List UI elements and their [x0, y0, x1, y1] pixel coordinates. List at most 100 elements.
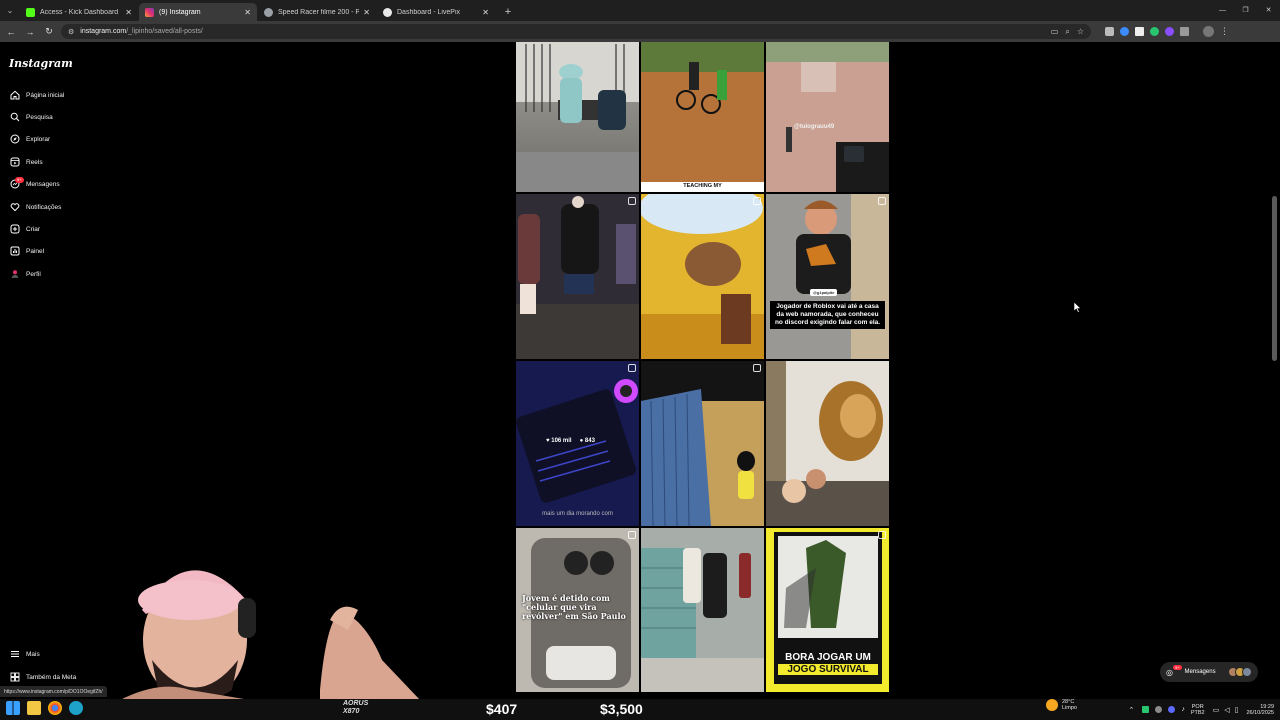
sidebar-item-messages[interactable]: 9+ Mensagens [9, 176, 60, 192]
reel-indicator-icon [878, 197, 886, 205]
weather-widget[interactable]: 28°C Limpo [1046, 699, 1077, 711]
sidebar-item-search[interactable]: Pesquisa [9, 109, 53, 125]
sidebar-item-home[interactable]: Página inicial [9, 87, 64, 103]
post-tile[interactable] [516, 194, 639, 359]
volume-icon[interactable]: ◁ [1224, 706, 1229, 714]
post-tile[interactable]: ♥ 106 mil ● 843 mais um dia morando com [516, 361, 639, 526]
post-tile[interactable] [516, 42, 639, 192]
post-tile[interactable] [641, 528, 764, 692]
puzzle-extension-icon[interactable] [1180, 27, 1189, 36]
clock-date: 26/10/2025 [1246, 709, 1274, 716]
post-tile[interactable]: Jovem é detido com "celular que vira rev… [516, 528, 639, 692]
sidebar-item-more[interactable]: Mais [9, 646, 40, 662]
post-thumbnail [516, 42, 639, 192]
sidebar-item-label: Explorar [26, 135, 51, 143]
sidebar-item-reels[interactable]: Reels [9, 154, 43, 170]
link-status-bar: https://www.instagram.com/p/DO1OOegifZh/ [0, 686, 107, 697]
bookmark-star-icon[interactable]: ☆ [1077, 27, 1084, 37]
close-tab-icon[interactable]: ✕ [244, 8, 251, 17]
input-language[interactable]: POR PTB2 [1191, 704, 1205, 716]
network-icon[interactable]: ▭ [1213, 706, 1220, 714]
purple-extension-icon[interactable] [1165, 27, 1174, 36]
close-tab-icon[interactable]: ✕ [482, 8, 489, 17]
close-window-icon[interactable]: ✕ [1257, 0, 1280, 20]
play-extension-icon[interactable] [1135, 27, 1144, 36]
browser-tab[interactable]: Dashboard - LivePix ✕ [377, 3, 495, 21]
livepix-favicon-icon [383, 7, 392, 17]
post-stats: ♥ 106 mil ● 843 [546, 438, 595, 444]
heart-icon [9, 202, 20, 213]
tray-overflow-icon[interactable]: ⌃ [1128, 706, 1134, 714]
browser-toolbar: ← → ↻ ⚙ instagram.com /_lipinho/saved/al… [0, 21, 1280, 42]
sidebar-item-notifications[interactable]: Notificações [9, 199, 61, 215]
messenger-icon: 9+ [9, 176, 24, 190]
meta-icon [9, 672, 20, 683]
translate-extension-icon[interactable] [1120, 27, 1129, 36]
tab-search-icon[interactable]: ⌄ [0, 0, 20, 21]
sidebar-item-profile[interactable]: Perfil [9, 266, 41, 282]
post-thumbnail [516, 194, 639, 359]
messages-pill[interactable]: ◎ 9+ Mensagens [1160, 662, 1258, 682]
address-bar[interactable]: ⚙ instagram.com /_lipinho/saved/all-post… [61, 24, 1091, 39]
sidebar-item-explore[interactable]: Explorar [9, 131, 50, 147]
new-tab-button[interactable]: + [500, 4, 516, 20]
post-thumbnail [766, 42, 889, 192]
sidebar-item-also-from-meta[interactable]: Também da Meta [9, 669, 76, 685]
profile-avatar-icon[interactable] [1203, 26, 1214, 37]
plus-square-icon [9, 224, 20, 235]
messages-badge: 9+ [15, 176, 24, 183]
site-info-icon[interactable]: ⚙ [68, 28, 74, 36]
clock[interactable]: 19:29 26/10/2025 [1246, 704, 1274, 716]
tray-app-icon[interactable] [1168, 706, 1176, 713]
post-thumbnail [766, 194, 889, 359]
post-handle: @tuiograuu49 [794, 124, 835, 130]
tray-app-icon[interactable] [1142, 706, 1150, 713]
reel-indicator-icon [753, 197, 761, 205]
post-tile[interactable]: @tuiograuu49 [766, 42, 889, 192]
browser-tab[interactable]: Speed Racer filme 200 - Pesquisa ✕ [258, 3, 376, 21]
close-tab-icon[interactable]: ✕ [125, 8, 132, 17]
sidebar-item-label: Perfil [26, 270, 41, 278]
chrome-icon[interactable] [48, 701, 62, 715]
post-caption: mais um dia morando com [542, 511, 613, 517]
sidebar-item-create[interactable]: Criar [9, 221, 40, 237]
instagram-logo[interactable]: Instagram [9, 57, 73, 70]
browser-menu-icon[interactable]: ⋮ [1220, 27, 1229, 36]
windows-start-icon[interactable] [6, 701, 20, 715]
minimize-icon[interactable]: — [1211, 0, 1234, 20]
post-tile[interactable]: BORA JOGAR UM JOGO SURVIVAL [766, 528, 889, 692]
keyboard-layout: PTB2 [1190, 709, 1205, 716]
messenger-icon: ◎ [1166, 667, 1173, 677]
compass-icon [9, 134, 20, 145]
green-extension-icon[interactable] [1150, 27, 1159, 36]
reel-indicator-icon [628, 531, 636, 539]
battery-icon[interactable]: ▯ [1235, 706, 1239, 714]
reload-icon[interactable]: ↻ [41, 24, 57, 40]
close-tab-icon[interactable]: ✕ [363, 8, 370, 17]
post-tile[interactable] [641, 194, 764, 359]
comments-count: ● 843 [579, 438, 595, 444]
sidebar-item-dashboard[interactable]: Painel [9, 243, 44, 259]
tray-app-icon[interactable] [1155, 706, 1163, 713]
cast-icon[interactable]: ▭ [1051, 27, 1059, 37]
post-tile[interactable]: @g1palpite Jogador de Roblox vai até a c… [766, 194, 889, 359]
zoom-icon[interactable]: ⌕ [1065, 27, 1069, 37]
search-icon [9, 112, 20, 123]
sidebar-item-label: Criar [26, 225, 41, 233]
browser-tab-active[interactable]: (9) Instagram ✕ [139, 3, 257, 21]
browser-tab-strip: ⌄ Access - Kick Dashboard ✕ (9) Instagra… [0, 0, 1280, 21]
page-scrollbar[interactable] [1272, 196, 1277, 361]
browser-tab[interactable]: Access - Kick Dashboard ✕ [20, 3, 138, 21]
shield-extension-icon[interactable] [1105, 27, 1114, 36]
restore-icon[interactable]: ❐ [1234, 0, 1257, 20]
microphone-icon[interactable]: ♪ [1181, 706, 1185, 713]
aorus-logo: AORUS X870 [343, 700, 369, 715]
post-tile[interactable] [641, 361, 764, 526]
post-tile[interactable] [766, 361, 889, 526]
file-explorer-icon[interactable] [27, 701, 41, 715]
forward-icon[interactable]: → [22, 24, 38, 40]
dashboard-icon [9, 246, 20, 257]
edge-icon[interactable] [69, 701, 83, 715]
back-icon[interactable]: ← [3, 24, 19, 40]
post-tile[interactable]: TEACHING MY [641, 42, 764, 192]
